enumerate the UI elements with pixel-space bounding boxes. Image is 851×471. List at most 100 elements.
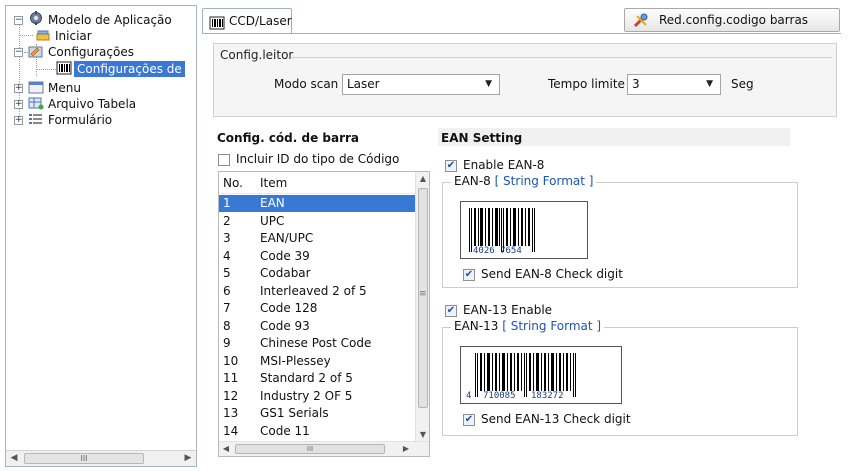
ean8-format-legend: EAN-8 [ String Format ] (451, 174, 597, 188)
list-item[interactable]: 6 Interleaved 2 of 5 (219, 283, 415, 300)
list-item[interactable]: 3 EAN/UPC (219, 230, 415, 247)
tree-item-configuracoes[interactable]: Configurações (48, 44, 134, 60)
list-item[interactable]: 13 GS1 Serials (219, 405, 415, 422)
tree-horizontal-scrollbar[interactable]: ◀ III ▶ (6, 450, 196, 466)
scroll-down-arrow-icon[interactable]: ▼ (416, 428, 429, 442)
barcode-config-button[interactable]: Red.config.codigo barras (624, 8, 840, 32)
list-item[interactable]: 7 Code 128 (219, 300, 415, 317)
barcode-icon (209, 14, 225, 30)
column-header-item: Item (260, 176, 288, 190)
list-item[interactable]: 2 UPC (219, 213, 415, 230)
send-ean13-check-checkbox[interactable]: ✔ (463, 413, 475, 426)
send-ean8-check-label: Send EAN-8 Check digit (481, 267, 623, 281)
barcode-config-title: Config. cód. de barra (217, 131, 360, 145)
list-item[interactable]: 10 MSI-Plessey (219, 353, 415, 370)
list-item-no: 3 (223, 231, 231, 245)
list-item-label: EAN/UPC (260, 231, 314, 245)
barcode-type-list[interactable]: No. Item 1 EAN 2 UPC 3 EAN/UPC 4 Code 39 5 Codaba… (218, 171, 430, 457)
barcode-config-button-label: Red.config.codigo barras (659, 13, 809, 27)
scroll-thumb[interactable]: ≡ (418, 188, 428, 408)
scan-mode-select[interactable]: Laser ▼ (342, 74, 500, 95)
list-item-label: GS1 Serials (260, 406, 329, 420)
list-item-no: 4 (223, 248, 231, 263)
include-id-checkbox[interactable] (218, 153, 230, 166)
tree-item-app-model[interactable]: Modelo de Aplicação (48, 12, 172, 28)
enable-ean8-label: Enable EAN-8 (463, 158, 545, 172)
enable-ean13-row[interactable]: ✔ EAN-13 Enable (445, 303, 552, 317)
scroll-up-arrow-icon[interactable]: ▲ (416, 172, 429, 186)
send-ean13-check-row[interactable]: ✔ Send EAN-13 Check digit (463, 412, 631, 426)
scroll-grip-icon: ≡ (419, 289, 427, 299)
tab-ccd-laser[interactable]: CCD/Laser (202, 8, 292, 33)
list-item[interactable]: 9 Chinese Post Code (219, 335, 415, 352)
ean13-format-legend: EAN-13 [ String Format ] (451, 319, 605, 333)
list-horizontal-scrollbar[interactable]: ◀ III ▶ (219, 441, 429, 456)
column-header-no: No. (223, 176, 243, 190)
list-item-no: 5 (223, 266, 231, 280)
list-vertical-scrollbar[interactable]: ▲ ≡ ▼ (415, 172, 429, 442)
ean8-legend-format: [ String Format ] (494, 174, 594, 188)
list-item-no: 9 (223, 336, 231, 350)
list-item-no: 14 (223, 423, 239, 438)
scroll-thumb[interactable]: III (235, 444, 385, 454)
expand-toggle[interactable]: + (14, 100, 23, 109)
list-item[interactable]: 14 Code 11 (219, 423, 415, 440)
list-item-label: Industry 2 OF 5 (260, 388, 353, 403)
list-item-no: 7 (223, 301, 231, 315)
ean13-barcode-preview: 4 710085 183272 (460, 346, 622, 404)
tree-item-formulario[interactable]: Formulário (48, 112, 112, 128)
menu-icon (28, 80, 44, 94)
ean13-digits-left: 710085 (483, 391, 516, 401)
list-item-label: UPC (260, 213, 285, 228)
reader-config-panel: Config.leitor Modo scan Laser ▼ Tempo li… (213, 43, 837, 117)
scroll-right-arrow-icon[interactable]: ▶ (399, 442, 413, 456)
scan-mode-value: Laser (347, 77, 380, 91)
tree-item-configuracoes-de[interactable]: Configurações de (74, 61, 185, 77)
list-item-no: 11 (223, 371, 239, 385)
divider (292, 57, 832, 58)
list-item-label: Code 128 (260, 301, 318, 315)
send-ean8-check-row[interactable]: ✔ Send EAN-8 Check digit (463, 267, 623, 281)
tree-item-label: Menu (48, 81, 81, 95)
list-item-no: 13 (223, 406, 239, 420)
scroll-thumb[interactable]: III (24, 453, 144, 464)
navigation-tree[interactable]: − Modelo de Aplicação Iniciar − Configur… (5, 5, 197, 467)
list-item[interactable]: 1 EAN (219, 195, 415, 212)
tree-item-arquivo-tabela[interactable]: Arquivo Tabela (48, 96, 136, 112)
enable-ean8-checkbox[interactable]: ✔ (445, 159, 457, 172)
form-list-icon (28, 112, 44, 126)
scroll-left-arrow-icon[interactable]: ◀ (6, 451, 22, 467)
expand-toggle[interactable]: + (14, 116, 23, 125)
send-ean8-check-checkbox[interactable]: ✔ (463, 268, 475, 281)
list-item-no: 2 (223, 213, 231, 228)
list-item-label: EAN (260, 196, 285, 210)
list-item[interactable]: 12 Industry 2 OF 5 (219, 388, 415, 405)
list-item-label: Chinese Post Code (260, 336, 372, 350)
scroll-left-arrow-icon[interactable]: ◀ (219, 442, 233, 456)
enable-ean8-row[interactable]: ✔ Enable EAN-8 (445, 158, 544, 172)
list-item[interactable]: 11 Standard 2 of 5 (219, 370, 415, 387)
list-item[interactable]: 5 Codabar (219, 265, 415, 282)
tools-icon (633, 13, 649, 28)
list-item[interactable]: 8 Code 93 (219, 318, 415, 335)
list-item-no: 12 (223, 388, 239, 403)
expand-toggle[interactable]: + (14, 84, 23, 93)
scroll-right-arrow-icon[interactable]: ▶ (180, 451, 196, 467)
tree-item-iniciar[interactable]: Iniciar (55, 28, 92, 44)
ean-setting-title: EAN Setting (441, 131, 523, 145)
list-item-label: Codabar (260, 266, 311, 280)
tree-item-menu[interactable]: Menu (48, 80, 81, 96)
list-item-no: 1 (223, 196, 231, 210)
timeout-value: 3 (632, 77, 640, 91)
tree-item-label: Arquivo Tabela (48, 97, 137, 111)
collapse-toggle[interactable]: − (14, 48, 23, 57)
ean8-legend-prefix: EAN-8 (454, 174, 491, 188)
include-id-checkbox-row[interactable]: Incluir ID do tipo de Código (218, 152, 399, 166)
chevron-down-icon: ▼ (706, 79, 713, 89)
list-item[interactable]: 4 Code 39 (219, 248, 415, 265)
send-ean13-check-label: Send EAN-13 Check digit (481, 412, 631, 426)
enable-ean13-checkbox[interactable]: ✔ (445, 304, 457, 317)
collapse-toggle[interactable]: − (14, 16, 23, 25)
timeout-select[interactable]: 3 ▼ (627, 74, 721, 95)
list-item-label: Code 11 (260, 423, 310, 438)
